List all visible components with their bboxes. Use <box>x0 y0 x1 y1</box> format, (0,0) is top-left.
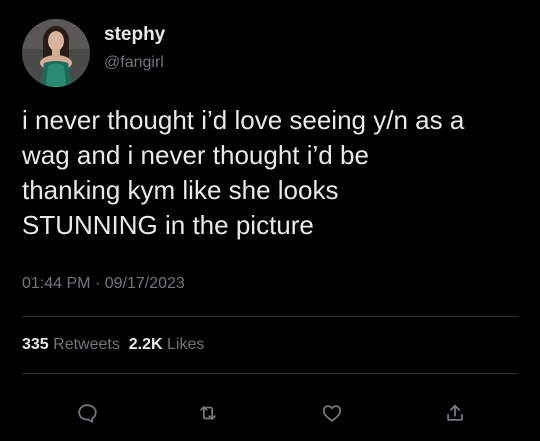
likes-label: Likes <box>167 336 205 353</box>
retweet-button[interactable] <box>193 398 223 428</box>
tweet-text-line: i never thought i’d love seeing y/n as a <box>22 105 465 135</box>
divider <box>22 316 518 317</box>
divider <box>22 373 518 374</box>
tweet-time: 01:44 PM <box>22 275 91 292</box>
reply-icon <box>78 404 97 423</box>
share-icon <box>447 404 463 421</box>
tweet-text-line: thanking kym like she looks <box>22 175 339 205</box>
likes-count: 2.2K <box>128 336 163 353</box>
likes-stat[interactable]: 2.2K Likes <box>129 336 205 353</box>
tweet-text-line: wag and i never thought i’d be <box>22 140 369 170</box>
retweets-stat[interactable]: 335 Retweets <box>22 336 120 353</box>
display-name[interactable]: stephy <box>104 24 165 46</box>
user-handle[interactable]: @fangirl <box>104 53 164 73</box>
like-button[interactable] <box>317 398 347 428</box>
meta-separator: · <box>94 275 101 292</box>
avatar-image <box>22 19 90 87</box>
share-button[interactable] <box>440 398 470 428</box>
avatar[interactable] <box>22 19 90 87</box>
retweet-icon <box>200 406 216 420</box>
tweet-text: i never thought i’d love seeing y/n as a… <box>22 103 522 243</box>
tweet-date: 09/17/2023 <box>104 275 185 292</box>
tweet-timestamp[interactable]: 01:44 PM · 09/17/2023 <box>22 274 185 294</box>
heart-icon <box>322 405 342 422</box>
tweet-text-line: STUNNING in the picture <box>22 210 314 240</box>
tweet-stats: 335 Retweets 2.2K Likes <box>22 335 204 355</box>
action-bar <box>0 398 540 428</box>
retweets-label: Retweets <box>53 336 120 353</box>
reply-button[interactable] <box>72 398 102 428</box>
retweets-count: 335 <box>22 336 49 353</box>
